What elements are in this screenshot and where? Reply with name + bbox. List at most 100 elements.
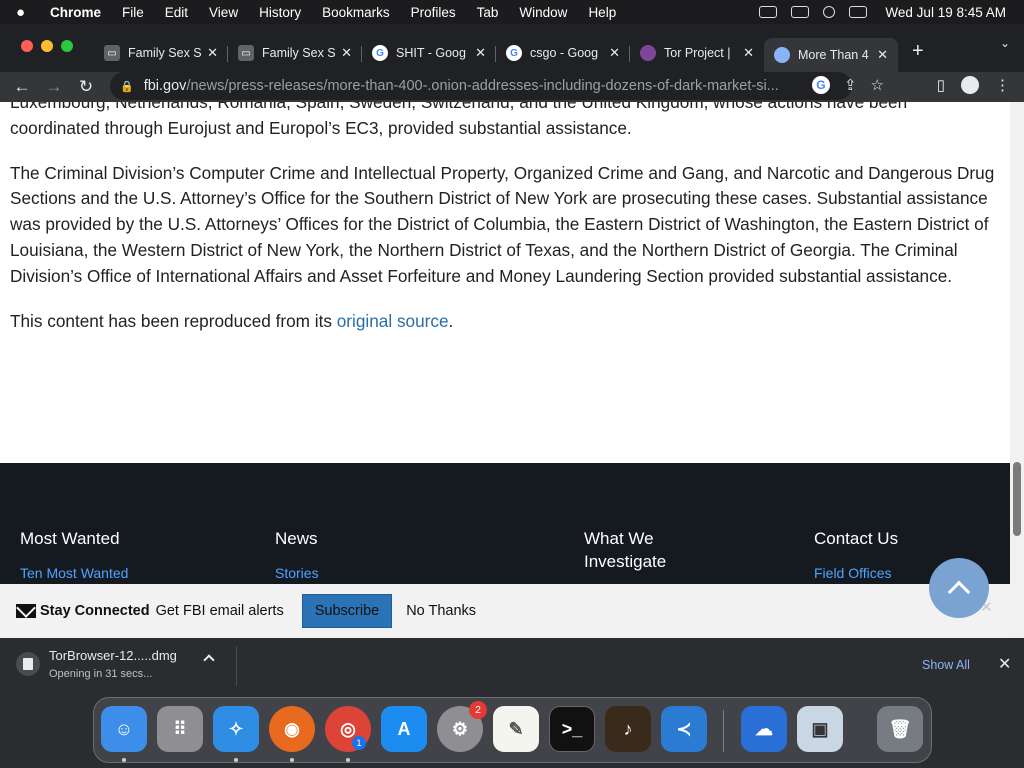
reload-icon[interactable]: ↻ <box>70 77 102 97</box>
menu-help[interactable]: Help <box>588 5 616 20</box>
stay-connected-text: Get FBI email alerts <box>155 603 284 619</box>
footer-col-what-we-investigate: What We Investigate <box>584 527 694 573</box>
tab-title: Tor Project | <box>664 46 731 60</box>
subscribe-button[interactable]: Subscribe <box>301 594 393 628</box>
google-lens-icon[interactable]: G <box>811 76 830 94</box>
preview-icon[interactable]: ▣ <box>797 706 843 752</box>
lock-icon[interactable]: 🔒 <box>120 80 134 93</box>
close-window-button[interactable] <box>21 40 33 52</box>
footer-link-field-offices[interactable]: Field Offices <box>814 565 898 581</box>
menu-app-name[interactable]: Chrome <box>50 5 101 20</box>
tab-title: Family Sex S <box>128 46 202 60</box>
footer-heading: Contact Us <box>814 529 899 548</box>
side-panel-icon[interactable]: ▯ <box>937 76 945 94</box>
tab-family-sex-2[interactable]: ▭ Family Sex S ✕ <box>228 38 362 68</box>
tab-title: SHIT - Goog <box>396 46 466 60</box>
tor-icon <box>640 45 656 61</box>
running-indicator <box>290 758 294 762</box>
tab-google-csgo[interactable]: G csgo - Goog ✕ <box>496 38 630 68</box>
tab-google-shit[interactable]: G SHIT - Goog ✕ <box>362 38 496 68</box>
url-path: /news/press-releases/more-than-400-.onio… <box>186 78 779 94</box>
close-tab-icon[interactable]: ✕ <box>609 45 620 61</box>
app-store-icon[interactable]: A <box>381 706 427 752</box>
download-separator <box>236 646 237 686</box>
show-all-downloads-button[interactable]: Show All <box>922 658 970 672</box>
menu-file[interactable]: File <box>122 5 144 20</box>
page-scrollbar[interactable] <box>1010 102 1024 638</box>
menu-profiles[interactable]: Profiles <box>411 5 456 20</box>
safari-icon[interactable]: ✧ <box>213 706 259 752</box>
macos-menu-bar: ● Chrome File Edit View History Bookmark… <box>0 0 1024 24</box>
back-to-top-button[interactable] <box>929 558 989 618</box>
weather-icon[interactable]: ☁ <box>741 706 787 752</box>
globe-icon <box>774 47 790 63</box>
firefox-icon[interactable]: ◉ <box>269 706 315 752</box>
tab-fbi-article[interactable]: More Than 4 ✕ <box>764 38 898 72</box>
screen-mirroring-icon[interactable] <box>791 6 810 18</box>
footer-heading: What We Investigate <box>584 529 667 571</box>
download-filename: TorBrowser-12.....dmg <box>49 648 177 663</box>
control-center-icon[interactable] <box>849 6 868 18</box>
source-prefix: This content has been reproduced from it… <box>10 310 337 331</box>
keyboard-icon[interactable] <box>759 6 778 18</box>
trash-icon[interactable]: 🗑 <box>877 706 923 752</box>
share-icon[interactable]: ⇪ <box>844 76 857 94</box>
menu-view[interactable]: View <box>209 5 238 20</box>
zoom-window-button[interactable] <box>61 40 73 52</box>
spotlight-search-icon[interactable] <box>823 6 836 18</box>
menu-window[interactable]: Window <box>519 5 567 20</box>
stay-connected-banner: Stay Connected Get FBI email alerts Subs… <box>0 584 1010 638</box>
launchpad-icon[interactable]: ⠿ <box>157 706 203 752</box>
article-source-line: This content has been reproduced from it… <box>10 309 1000 335</box>
tab-tor-project[interactable]: Tor Project | ✕ <box>630 38 764 68</box>
running-indicator <box>346 758 350 762</box>
close-tab-icon[interactable]: ✕ <box>743 45 754 61</box>
tab-title: More Than 4 <box>798 48 869 62</box>
no-thanks-button[interactable]: No Thanks <box>406 603 476 619</box>
original-source-link[interactable]: original source <box>337 311 449 331</box>
scrollbar-thumb[interactable] <box>1013 462 1021 536</box>
close-tab-icon[interactable]: ✕ <box>877 47 888 63</box>
menu-clock[interactable]: Wed Jul 19 8:45 AM <box>885 5 1006 20</box>
bookmark-star-icon[interactable]: ☆ <box>871 76 884 94</box>
tab-search-icon[interactable]: ⌄ <box>1000 36 1010 50</box>
menu-tab[interactable]: Tab <box>477 5 499 20</box>
chevron-up-icon[interactable] <box>203 654 215 666</box>
site-icon: ▭ <box>238 45 254 61</box>
menu-bookmarks[interactable]: Bookmarks <box>322 5 390 20</box>
tab-title: Family Sex S <box>262 46 336 60</box>
close-tab-icon[interactable]: ✕ <box>341 45 352 61</box>
footer-link-stories[interactable]: Stories <box>275 565 319 581</box>
close-tab-icon[interactable]: ✕ <box>207 45 218 61</box>
tab-strip: ▭ Family Sex S ✕ ▭ Family Sex S ✕ G SHIT… <box>0 24 1024 72</box>
tab-list: ▭ Family Sex S ✕ ▭ Family Sex S ✕ G SHIT… <box>94 34 924 72</box>
more-menu-icon[interactable]: ⋮ <box>995 76 1010 94</box>
site-icon: ▭ <box>104 45 120 61</box>
finder-icon[interactable]: ☺ <box>101 706 147 752</box>
omnibox-actions: G ⇪ ☆ <box>811 76 884 94</box>
footer-link-ten-most-wanted[interactable]: Ten Most Wanted <box>20 565 128 581</box>
footer-col-most-wanted: Most Wanted Ten Most Wanted <box>20 527 128 581</box>
close-tab-icon[interactable]: ✕ <box>475 45 486 61</box>
profile-avatar[interactable] <box>961 76 979 94</box>
textedit-icon[interactable]: ✎ <box>493 706 539 752</box>
apple-menu-icon[interactable]: ● <box>16 4 38 21</box>
running-indicator <box>122 758 126 762</box>
address-bar[interactable]: 🔒 fbi.gov /news/press-releases/more-than… <box>110 72 852 100</box>
footer-col-news: News Stories <box>275 527 319 581</box>
mail-icon <box>16 604 36 618</box>
terminal-icon[interactable]: >_ <box>549 706 595 752</box>
garageband-icon[interactable]: ♪ <box>605 706 651 752</box>
browser-toolbar: ← → ↻ 🔒 fbi.gov /news/press-releases/mor… <box>0 72 1024 102</box>
new-tab-icon[interactable]: + <box>912 40 924 72</box>
vscode-icon[interactable]: ≺ <box>661 706 707 752</box>
close-download-bar-icon[interactable]: ✕ <box>998 654 1011 674</box>
download-bar: TorBrowser-12.....dmg Opening in 31 secs… <box>0 638 1024 692</box>
back-icon[interactable]: ← <box>6 77 38 97</box>
menu-edit[interactable]: Edit <box>165 5 188 20</box>
forward-icon[interactable]: → <box>38 77 70 97</box>
download-item[interactable]: TorBrowser-12.....dmg Opening in 31 secs… <box>16 648 177 680</box>
minimize-window-button[interactable] <box>41 40 53 52</box>
tab-family-sex-1[interactable]: ▭ Family Sex S ✕ <box>94 38 228 68</box>
menu-history[interactable]: History <box>259 5 301 20</box>
